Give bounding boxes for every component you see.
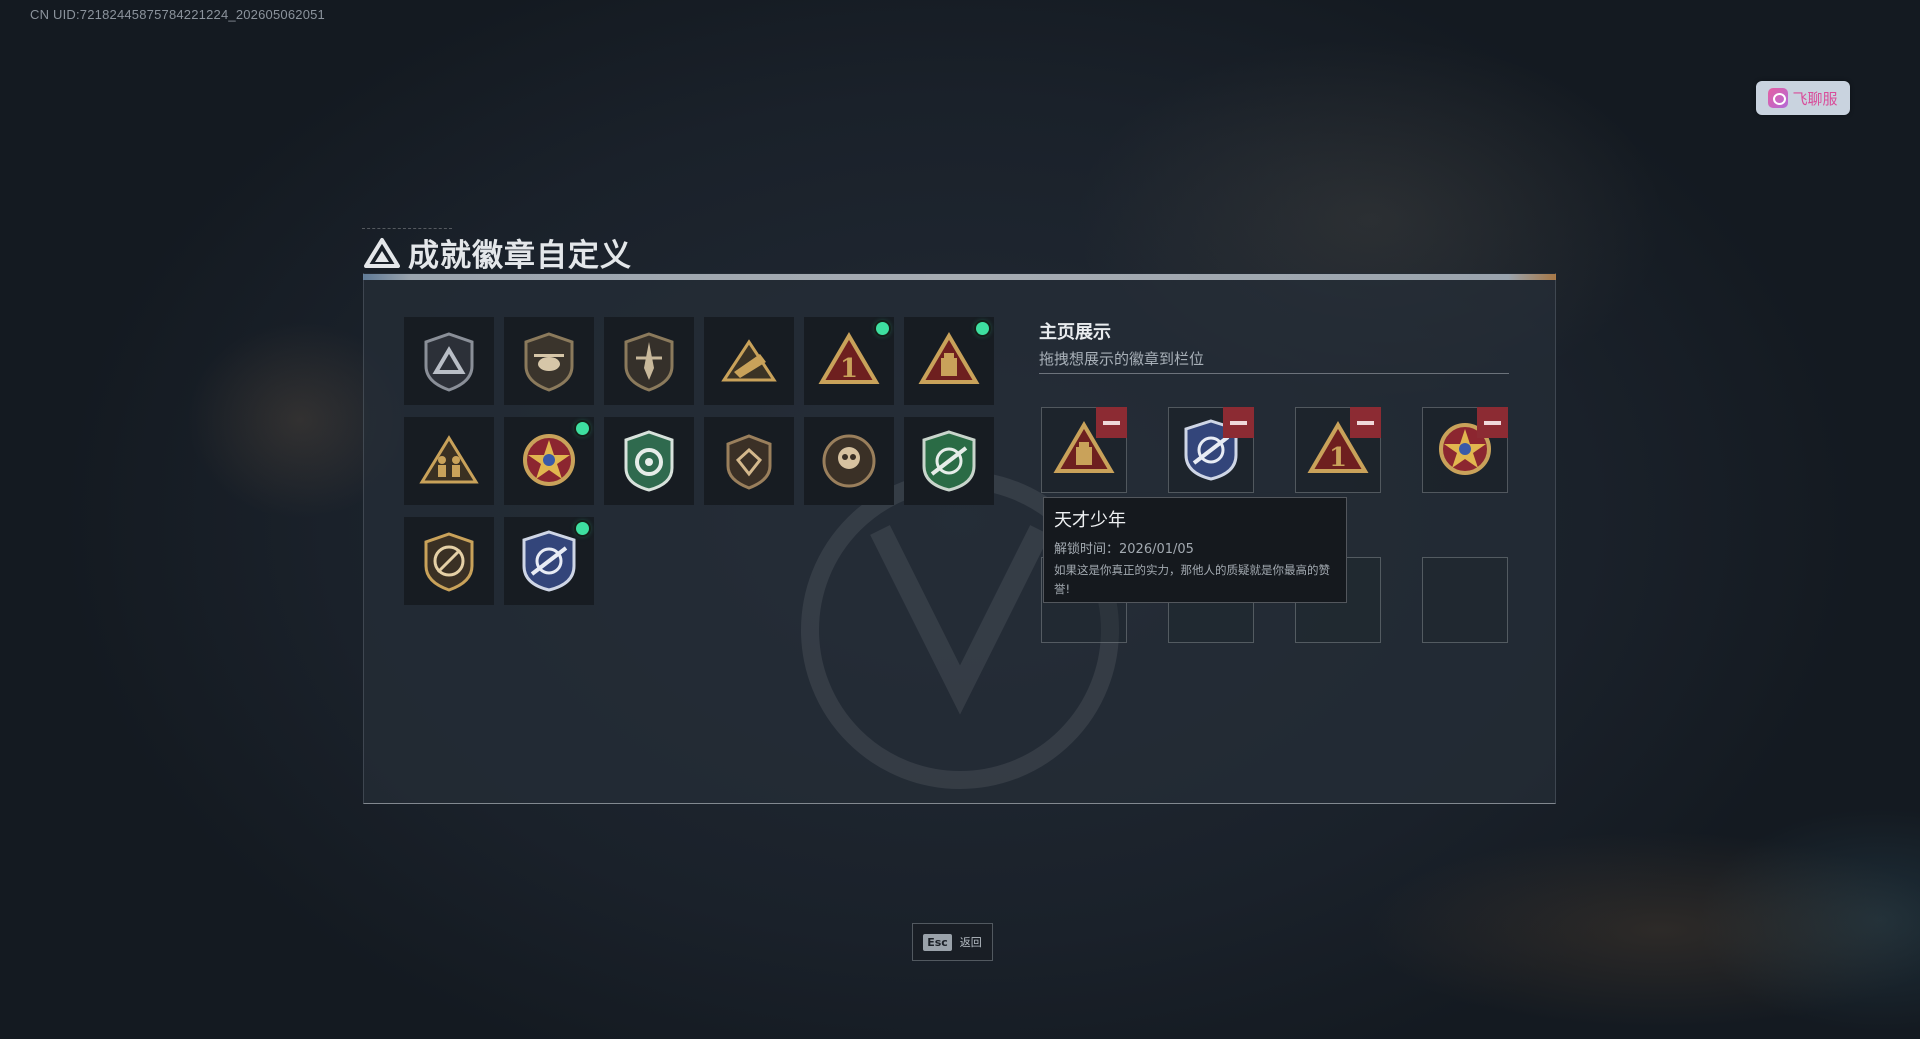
blue-sniper-shield-badge-icon — [522, 530, 576, 592]
showcase-subtitle: 拖拽想展示的徽章到栏位 — [1039, 350, 1205, 368]
badge-cell[interactable] — [604, 417, 694, 505]
helicopter-shield-badge-icon — [524, 332, 574, 392]
tooltip-title: 天才少年 — [1054, 510, 1126, 531]
badge-cell[interactable] — [504, 517, 594, 605]
showcase-slot-filled[interactable]: 1 — [1295, 407, 1381, 493]
badge-inventory-grid: 1 — [404, 317, 994, 605]
panel-top-bar — [363, 274, 1556, 280]
chat-app-icon — [1768, 88, 1789, 108]
soldiers-triangle-badge-icon — [419, 435, 479, 484]
badge-cell[interactable] — [404, 517, 494, 605]
back-button[interactable]: Esc 返回 — [912, 923, 993, 961]
minus-icon — [1357, 420, 1374, 425]
dagger-shield-badge-icon — [624, 332, 674, 392]
badge-cell[interactable] — [904, 417, 994, 505]
badge-cell[interactable] — [804, 417, 894, 505]
page-title: 成就徽章自定义 — [364, 230, 632, 275]
tooltip-description: 如果这是你真正的实力，那他人的质疑就是你最高的赞誉! — [1054, 563, 1330, 596]
showcase-slot-empty[interactable] — [1422, 557, 1508, 643]
showcase-slot-filled[interactable] — [1422, 407, 1508, 493]
badge-cell[interactable] — [504, 417, 594, 505]
minus-icon — [1103, 420, 1120, 425]
remove-badge-button[interactable] — [1096, 407, 1127, 438]
showcase-title: 主页展示 — [1039, 322, 1111, 343]
triangle-logo-icon — [364, 237, 400, 268]
badge-cell[interactable] — [504, 317, 594, 405]
badge-cell[interactable] — [704, 417, 794, 505]
minus-icon — [1484, 420, 1501, 425]
badge-cell[interactable] — [404, 317, 494, 405]
badge-cell[interactable] — [704, 317, 794, 405]
chat-button-label: 飞聊服 — [1792, 89, 1838, 108]
skull-emblem-badge-icon — [822, 434, 876, 488]
showcase-divider — [1039, 373, 1509, 374]
esc-key-icon: Esc — [923, 933, 952, 951]
minus-icon — [1230, 420, 1247, 425]
rocket-launcher-badge-icon — [721, 339, 777, 382]
star-medal-badge-icon — [523, 434, 575, 486]
uid-label: CN UID:72182445875784221224_202605062051 — [30, 7, 325, 22]
badge-cell[interactable] — [604, 317, 694, 405]
new-indicator-dot — [576, 522, 589, 535]
remove-badge-button[interactable] — [1223, 407, 1254, 438]
gem-shield-badge-icon — [726, 434, 772, 490]
supply-box-triangle-badge-icon — [918, 332, 980, 384]
remove-badge-button[interactable] — [1477, 407, 1508, 438]
showcase-header: 主页展示 拖拽想展示的徽章到栏位 — [1039, 318, 1204, 369]
green-scope-shield-badge-icon — [624, 430, 674, 492]
badge-tooltip: 天才少年 解锁时间：2026/01/05 如果这是你真正的实力，那他人的质疑就是… — [1043, 497, 1347, 603]
svg-text:1: 1 — [1329, 443, 1347, 473]
tooltip-unlock-time: 解锁时间：2026/01/05 — [1054, 542, 1194, 557]
badge-cell[interactable]: 1 — [804, 317, 894, 405]
badge-cell[interactable] — [404, 417, 494, 505]
svg-text:1: 1 — [840, 354, 858, 384]
showcase-slot-filled[interactable] — [1168, 407, 1254, 493]
page-title-text: 成就徽章自定义 — [408, 238, 632, 274]
remove-badge-button[interactable] — [1350, 407, 1381, 438]
back-button-label: 返回 — [959, 936, 982, 949]
chat-button[interactable]: 飞聊服 — [1756, 81, 1850, 115]
number-one-triangle-badge-icon: 1 — [818, 332, 880, 384]
badge-cell[interactable] — [904, 317, 994, 405]
showcase-slot-filled[interactable] — [1041, 407, 1127, 493]
no-rifle-shield-badge-icon — [424, 532, 474, 592]
new-indicator-dot — [976, 322, 989, 335]
triangle-shield-badge-icon — [424, 332, 474, 392]
green-sniper-shield-badge-icon — [922, 430, 976, 492]
new-indicator-dot — [576, 422, 589, 435]
new-indicator-dot — [876, 322, 889, 335]
